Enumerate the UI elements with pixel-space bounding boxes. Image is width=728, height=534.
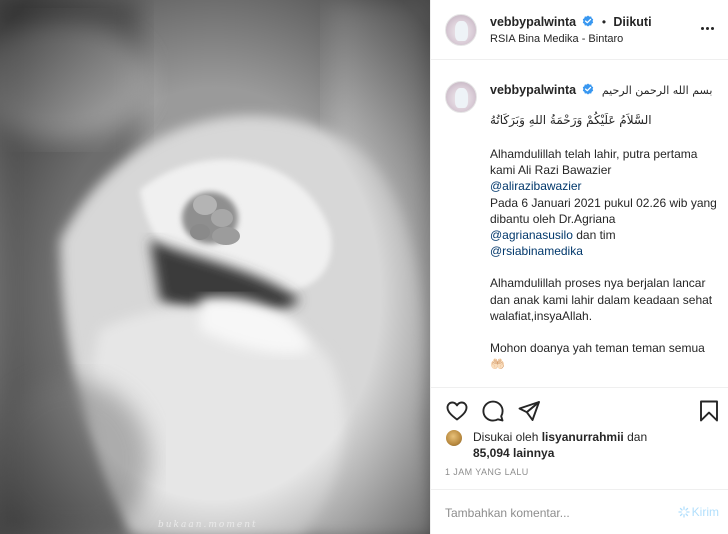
likes-conjunction: dan [627,430,648,444]
caption-line-2b: dan tim [572,228,616,243]
loading-spinner-icon [678,506,690,518]
likes-count-link[interactable]: 85,094 lainnya [473,446,554,460]
caption-text: Alhamdulillah telah lahir, putra pertama… [490,146,720,387]
post-actions-bar [431,387,728,431]
share-icon[interactable] [517,399,541,423]
more-options-icon[interactable] [701,21,715,35]
caption-line-1: Alhamdulillah telah lahir, putra pertama… [490,147,698,178]
author-avatar[interactable] [445,14,477,46]
post-location-link[interactable]: RSIA Bina Medika - Bintaro [490,33,623,45]
post-timestamp[interactable]: 1 JAM YANG LALU [445,467,529,477]
photo-watermark: bukaan.moment [158,520,258,530]
post-comment-button[interactable]: Kirim [678,505,719,519]
separator-dot: • [601,15,607,29]
mention-link[interactable]: @rsiabinamedika [490,244,583,258]
post-side-panel: vebbypalwinta • Diikuti RSIA Bina Medika… [430,0,728,534]
liker-username-link[interactable]: lisyanurrahmii [542,430,624,444]
follow-status-button[interactable]: Diikuti [613,15,651,29]
likes-prefix: Disukai oleh [473,430,539,444]
author-username[interactable]: vebbypalwinta [490,15,576,29]
caption-area: vebbypalwinta بسم الله الرحمن الرحيم الس… [431,61,728,387]
caption-author-line: vebbypalwinta بسم الله الرحمن الرحيم [490,83,712,97]
caption-salam-text: السَّلاَمُ عَلَيْكُمْ وَرَحْمَةُ اللهِ و… [490,113,652,127]
caption-author-avatar[interactable] [445,81,477,113]
caption-line-2: Pada 6 Januari 2021 pukul 02.26 wib yang… [490,195,717,226]
post-comment-label: Kirim [691,505,719,519]
post-photo[interactable]: bukaan.moment [0,0,430,534]
mention-link[interactable]: @alirazibawazier [490,179,582,193]
caption-salam: السَّلاَمُ عَلَيْكُمْ وَرَحْمَةُ اللهِ و… [490,113,708,127]
caption-paragraph-2: Alhamdulillah proses nya berjalan lancar… [490,276,713,323]
comment-input[interactable] [445,502,665,524]
likes-text: Disukai oleh lisyanurrahmii dan 85,094 l… [473,429,713,461]
heart-icon[interactable] [445,399,469,423]
mention-link[interactable]: @agrianasusilo [490,228,573,242]
comment-icon[interactable] [481,399,505,423]
post-header: vebbypalwinta • Diikuti RSIA Bina Medika… [431,0,728,60]
bookmark-icon[interactable] [697,399,721,423]
liker-avatar[interactable] [445,429,463,447]
caption-author-username[interactable]: vebbypalwinta [490,83,576,97]
caption-bismillah: بسم الله الرحمن الرحيم [601,84,713,97]
author-line: vebbypalwinta • Diikuti [490,15,652,29]
caption-paragraph-3: Mohon doanya yah teman teman semua 🤲🏻 [490,341,705,372]
caption-paragraph-1: Alhamdulillah telah lahir, putra pertama… [490,146,720,259]
verified-badge-icon [583,83,594,95]
baby-photo-illustration [0,0,430,534]
comment-form: Kirim [431,489,728,534]
verified-badge-icon [583,15,594,27]
